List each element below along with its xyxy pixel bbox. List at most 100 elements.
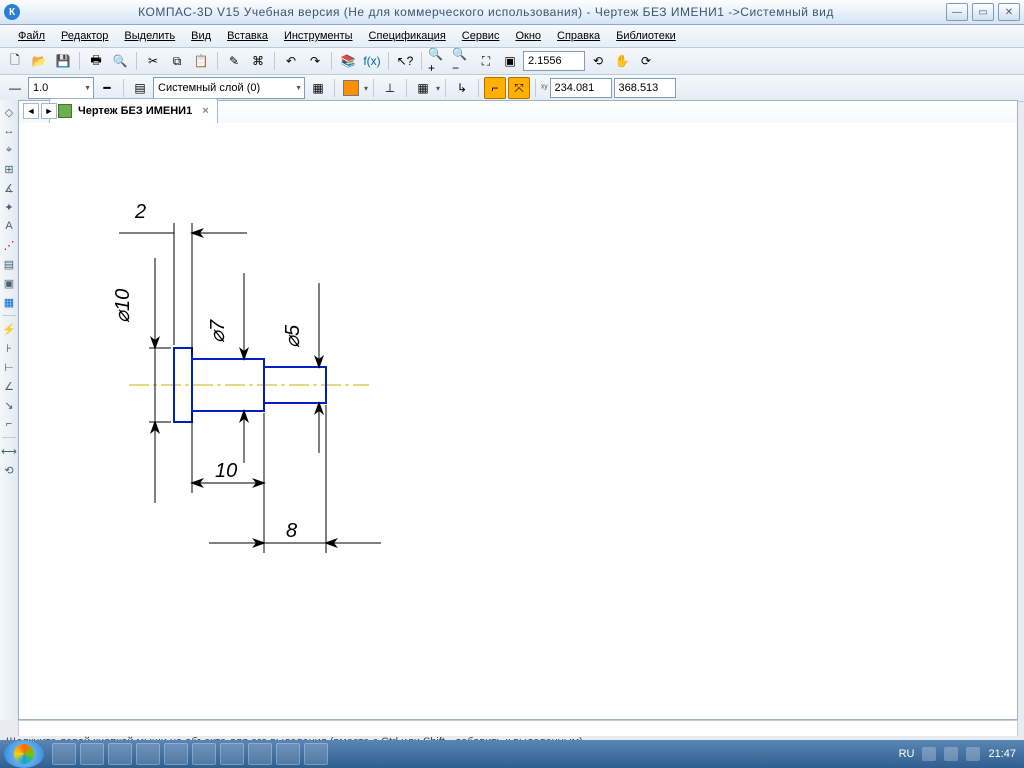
copy-icon[interactable]: ⧉ — [166, 50, 188, 72]
toolbar-standard: 🗋 📂 💾 🖶 🔍 ✂ ⧉ 📋 ✎ ⌘ ↶ ↷ 📚 f(x) ↖? 🔍+ 🔍− … — [0, 48, 1024, 75]
measure-tool-icon[interactable]: ✦ — [1, 199, 17, 215]
menu-libraries[interactable]: Библиотеки — [608, 27, 684, 45]
maximize-button[interactable]: ▭ — [972, 3, 994, 21]
menubar: Файл Редактор Выделить Вид Вставка Инстр… — [0, 25, 1024, 48]
lineweight-dropdown[interactable]: 1.0 — [28, 77, 94, 99]
color-swatch[interactable] — [340, 77, 362, 99]
zoom-fit-icon[interactable]: ▣ — [499, 50, 521, 72]
layer-manager-icon[interactable]: ▤ — [129, 77, 151, 99]
undo-icon[interactable]: ↶ — [280, 50, 302, 72]
local-cs-icon[interactable]: ↳ — [451, 77, 473, 99]
help-pointer-icon[interactable]: ↖? — [394, 50, 416, 72]
symbol-tool-icon[interactable]: ⌖ — [1, 142, 17, 158]
redraw-icon[interactable]: ⟳ — [635, 50, 657, 72]
new-icon[interactable]: 🗋 — [4, 50, 26, 72]
zoom-in-icon[interactable]: 🔍+ — [427, 50, 449, 72]
ortho-xy-icon[interactable]: ⤧ — [508, 77, 530, 99]
minimize-button[interactable]: — — [946, 3, 968, 21]
quick-launch — [52, 743, 328, 765]
menu-spec[interactable]: Спецификация — [361, 27, 454, 45]
linestyle-icon[interactable]: ━ — [96, 77, 118, 99]
grid-icon[interactable]: ▦ — [412, 77, 434, 99]
parametric-tool-icon[interactable]: ∡ — [1, 180, 17, 196]
variables-icon[interactable]: f(x) — [361, 50, 383, 72]
preview-icon[interactable]: 🔍 — [109, 50, 131, 72]
tab-prev-icon[interactable]: ◄ — [23, 103, 39, 119]
layer-color-icon[interactable]: ▦ — [307, 77, 329, 99]
brush-icon[interactable]: ✎ — [223, 50, 245, 72]
ql-item[interactable] — [248, 743, 272, 765]
segment-tool-icon[interactable]: ⊢ — [1, 359, 17, 375]
pan-icon[interactable]: ✋ — [611, 50, 633, 72]
aux-line-icon[interactable]: ⚡ — [1, 321, 17, 337]
coord-y-field[interactable]: 368.513 — [614, 78, 676, 98]
print-icon[interactable]: 🖶 — [85, 50, 107, 72]
menu-help[interactable]: Справка — [549, 27, 608, 45]
document-tab-label: Чертеж БЕЗ ИМЕНИ1 — [78, 105, 192, 117]
ql-item[interactable] — [136, 743, 160, 765]
ql-item[interactable] — [192, 743, 216, 765]
circle-tool-icon[interactable]: ∠ — [1, 378, 17, 394]
menu-view[interactable]: Вид — [183, 27, 219, 45]
menu-select[interactable]: Выделить — [116, 27, 183, 45]
tray-volume-icon[interactable] — [966, 747, 980, 761]
clock[interactable]: 21:47 — [988, 748, 1016, 760]
linetype-icon[interactable]: — — [4, 77, 26, 99]
save-icon[interactable]: 💾 — [52, 50, 74, 72]
tray-icon[interactable] — [944, 747, 958, 761]
menu-edit[interactable]: Редактор — [53, 27, 116, 45]
cut-icon[interactable]: ✂ — [142, 50, 164, 72]
hatch-tool-icon[interactable]: ⋰ — [1, 237, 17, 253]
point-tool-icon[interactable]: ⊦ — [1, 340, 17, 356]
geometry-tool-icon[interactable]: ◇ — [1, 104, 17, 120]
language-indicator[interactable]: RU — [899, 748, 915, 760]
document-tab[interactable]: Чертеж БЕЗ ИМЕНИ1 × — [49, 98, 218, 123]
document-tabstrip: ◄ ► Чертеж БЕЗ ИМЕНИ1 × — [19, 101, 1017, 123]
table-tool-icon[interactable]: ▤ — [1, 256, 17, 272]
coord-x-field[interactable]: 234.081 — [550, 78, 612, 98]
report-tool-icon[interactable]: ▦ — [1, 294, 17, 310]
arc-tool-icon[interactable]: ↘ — [1, 397, 17, 413]
properties-icon[interactable]: ⌘ — [247, 50, 269, 72]
menu-tools[interactable]: Инструменты — [276, 27, 361, 45]
ql-item[interactable] — [164, 743, 188, 765]
edit-tool-icon[interactable]: ⊞ — [1, 161, 17, 177]
open-icon[interactable]: 📂 — [28, 50, 50, 72]
zoom-value-field[interactable]: 2.1556 — [523, 51, 585, 71]
library-icon[interactable]: 📚 — [337, 50, 359, 72]
zoom-prev-icon[interactable]: ⟲ — [587, 50, 609, 72]
ql-item[interactable] — [304, 743, 328, 765]
ql-item[interactable] — [108, 743, 132, 765]
ql-item[interactable] — [276, 743, 300, 765]
menu-file[interactable]: Файл — [10, 27, 53, 45]
text-tool-icon[interactable]: A — [1, 218, 17, 234]
tray-icon[interactable] — [922, 747, 936, 761]
start-button[interactable] — [4, 740, 44, 768]
menu-service[interactable]: Сервис — [454, 27, 508, 45]
radial-dim-icon[interactable]: ⟲ — [1, 462, 17, 478]
tab-next-icon[interactable]: ► — [41, 103, 57, 119]
snap-toggle-icon[interactable]: ⊥ — [379, 77, 401, 99]
menu-window[interactable]: Окно — [507, 27, 549, 45]
paste-icon[interactable]: 📋 — [190, 50, 212, 72]
tab-close-icon[interactable]: × — [202, 105, 208, 117]
ql-item[interactable] — [52, 743, 76, 765]
zoom-out-icon[interactable]: 🔍− — [451, 50, 473, 72]
drawing-canvas[interactable]: 2 10 8 — [19, 123, 1017, 719]
dimension-tool-icon[interactable]: ↔ — [1, 123, 17, 139]
zoom-window-icon[interactable]: ⛶ — [475, 50, 497, 72]
linear-dim-icon[interactable]: ⟷ — [1, 443, 17, 459]
dim-length-mid: 10 — [215, 460, 237, 482]
drawing-svg: 2 10 8 — [19, 123, 1017, 719]
spec-tool-icon[interactable]: ▣ — [1, 275, 17, 291]
close-window-button[interactable]: ✕ — [998, 3, 1020, 21]
ql-item[interactable] — [80, 743, 104, 765]
menu-insert[interactable]: Вставка — [219, 27, 276, 45]
ortho-x-icon[interactable]: ⌐ — [484, 77, 506, 99]
windows-orb-icon — [14, 744, 34, 764]
layer-dropdown[interactable]: Системный слой (0) — [153, 77, 305, 99]
tool-palette: ◇ ↔ ⌖ ⊞ ∡ ✦ A ⋰ ▤ ▣ ▦ ⚡ ⊦ ⊢ ∠ ↘ ⌐ ⟷ ⟲ — [0, 100, 19, 720]
ql-item[interactable] — [220, 743, 244, 765]
redo-icon[interactable]: ↷ — [304, 50, 326, 72]
spline-tool-icon[interactable]: ⌐ — [1, 416, 17, 432]
